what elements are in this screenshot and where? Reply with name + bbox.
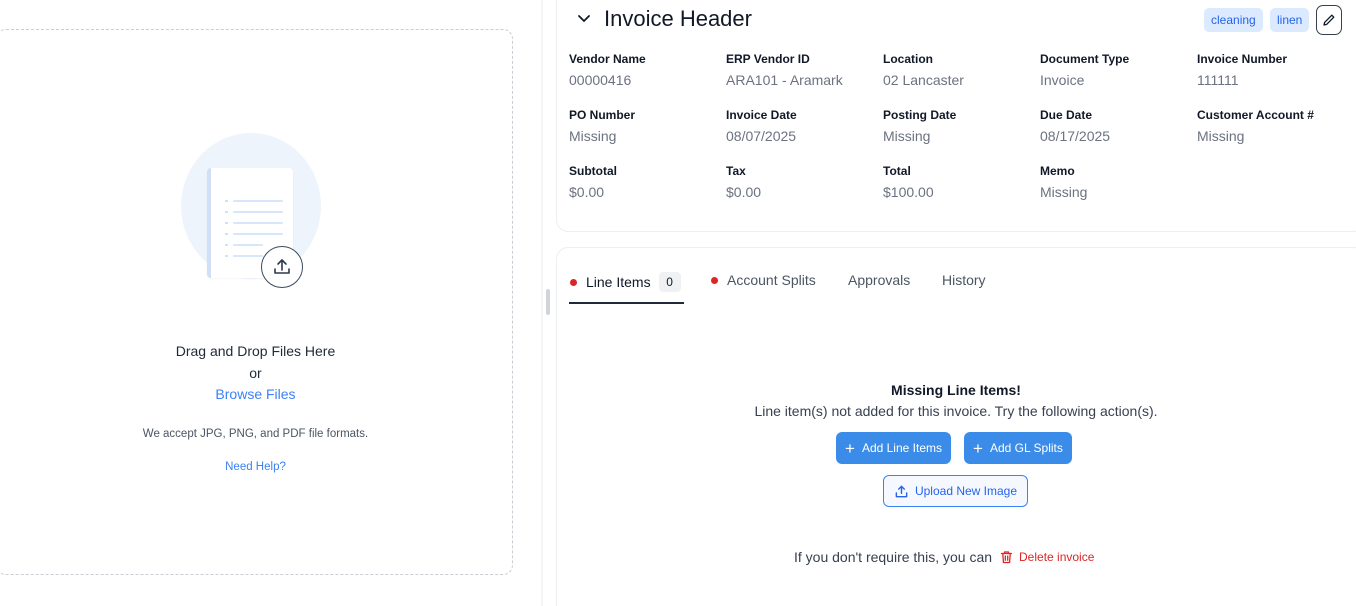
upload-icon — [895, 485, 908, 497]
tax-label: Tax — [726, 164, 746, 178]
po-number-label: PO Number — [569, 108, 636, 122]
add-line-items-button[interactable]: + Add Line Items — [836, 432, 951, 464]
delete-invoice-row: If you don't require this, you can Delet… — [794, 549, 1094, 565]
due-date-value: 08/17/2025 — [1040, 128, 1111, 144]
plus-icon: + — [973, 438, 983, 458]
empty-state-title: Missing Line Items! — [891, 382, 1021, 398]
document-type-value: Invoice — [1040, 72, 1085, 88]
po-number-value: Missing — [569, 128, 617, 144]
invoice-date-label: Invoice Date — [726, 108, 797, 122]
add-gl-splits-button[interactable]: + Add GL Splits — [964, 432, 1072, 464]
subtotal-label: Subtotal — [569, 164, 617, 178]
delete-invoice-label: Delete invoice — [1019, 550, 1095, 564]
customer-account-label: Customer Account # — [1197, 108, 1314, 122]
posting-date-label: Posting Date — [883, 108, 957, 122]
file-dropzone[interactable]: Drag and Drop Files Here or Browse Files… — [0, 29, 513, 575]
tab-history-label: History — [942, 272, 986, 288]
total-label: Total — [883, 164, 911, 178]
invoice-date-value: 08/07/2025 — [726, 128, 797, 144]
error-indicator-dot — [711, 276, 718, 284]
subtotal-value: $0.00 — [569, 184, 605, 200]
edit-header-button[interactable] — [1316, 5, 1342, 35]
upload-new-image-button[interactable]: Upload New Image — [883, 475, 1028, 507]
line-items-count-badge: 0 — [658, 272, 681, 292]
resize-handle[interactable] — [546, 289, 550, 315]
add-line-items-label: Add Line Items — [861, 441, 942, 455]
erp-vendor-id-label: ERP Vendor ID — [726, 52, 810, 66]
active-tab-indicator — [569, 302, 684, 304]
posting-date-value: Missing — [883, 128, 931, 144]
location-label: Location — [883, 52, 933, 66]
tax-value: $0.00 — [726, 184, 762, 200]
browse-files-link[interactable]: Browse Files — [0, 386, 514, 402]
upload-new-image-label: Upload New Image — [914, 484, 1018, 498]
chevron-down-icon[interactable] — [576, 10, 592, 26]
tab-account-splits-label: Account Splits — [727, 272, 816, 288]
delete-invoice-link[interactable]: Delete invoice — [1000, 550, 1094, 564]
upload-icon — [261, 246, 303, 288]
trash-icon — [1000, 551, 1013, 564]
memo-label: Memo — [1040, 164, 1075, 178]
customer-account-value: Missing — [1197, 128, 1245, 144]
erp-vendor-id-value: ARA101 - Aramark — [726, 72, 843, 88]
total-value: $100.00 — [883, 184, 934, 200]
pane-divider — [541, 0, 543, 606]
error-indicator-dot — [570, 278, 577, 286]
tab-account-splits[interactable]: Account Splits — [711, 272, 816, 288]
tab-line-items[interactable]: Line Items 0 — [570, 272, 681, 292]
vendor-name-value: 00000416 — [569, 72, 632, 88]
accepted-formats-text: We accept JPG, PNG, and PDF file formats… — [142, 428, 369, 440]
empty-state-description: Line item(s) not added for this invoice.… — [754, 403, 1158, 419]
need-help-link[interactable]: Need Help? — [0, 461, 514, 473]
tab-approvals[interactable]: Approvals — [848, 272, 910, 288]
tab-approvals-label: Approvals — [848, 272, 911, 288]
add-gl-splits-label: Add GL Splits — [989, 441, 1063, 455]
invoice-number-label: Invoice Number — [1197, 52, 1288, 66]
vendor-name-label: Vendor Name — [569, 52, 646, 66]
drop-or-text: or — [249, 365, 262, 381]
invoice-number-value: 111111 — [1197, 72, 1239, 88]
tag-cleaning[interactable]: cleaning — [1204, 8, 1263, 32]
invoice-header-title: Invoice Header — [604, 6, 752, 31]
tab-history[interactable]: History — [942, 272, 986, 288]
pencil-icon — [1323, 14, 1335, 26]
tab-line-items-label: Line Items — [586, 274, 651, 290]
due-date-label: Due Date — [1040, 108, 1093, 122]
delete-prompt-text: If you don't require this, you can — [794, 549, 993, 565]
memo-value: Missing — [1040, 184, 1088, 200]
tag-linen[interactable]: linen — [1270, 8, 1310, 32]
location-value: 02 Lancaster — [883, 72, 964, 88]
drop-instructions: Drag and Drop Files Here — [175, 343, 336, 359]
document-type-label: Document Type — [1040, 52, 1130, 66]
plus-icon: + — [845, 438, 855, 458]
